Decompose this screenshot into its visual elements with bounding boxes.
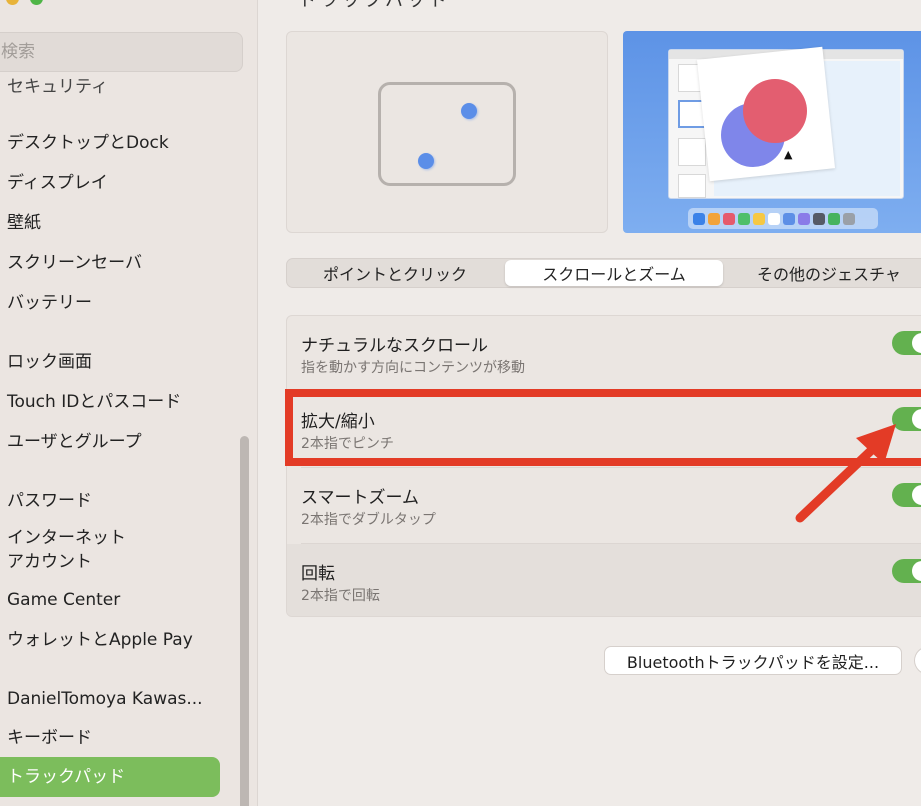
dock-app-icon <box>768 212 780 225</box>
dock-app-icon <box>783 212 795 225</box>
trackpad-illustration <box>378 82 516 186</box>
sidebar-item-users-groups[interactable]: ユーザとグループ <box>7 430 142 454</box>
zoom-button[interactable] <box>30 0 43 5</box>
cursor-icon: ▲ <box>784 148 793 161</box>
sidebar-scrollbar[interactable] <box>240 436 249 806</box>
window-controls <box>6 0 46 5</box>
tab-point-click[interactable]: ポイントとクリック <box>287 260 503 286</box>
sidebar-item-battery[interactable]: バッテリー <box>7 291 92 315</box>
natural-scroll-toggle[interactable] <box>892 331 921 355</box>
sidebar-item-game-center[interactable]: Game Center <box>7 588 120 612</box>
search-input[interactable] <box>1 42 242 62</box>
sidebar-item-account[interactable]: DanielTomoya Kawas... <box>7 687 203 711</box>
minimize-button[interactable] <box>6 0 19 5</box>
setting-description: 指を動かす方向にコンテンツが移動 <box>301 360 525 376</box>
setting-description: 2本指で回転 <box>301 588 380 604</box>
dock-app-icon <box>813 212 825 225</box>
gesture-tabs: ポイントとクリック スクロールとズーム その他のジェスチャ <box>286 258 921 288</box>
sidebar-item-trackpad[interactable]: トラックパッド <box>0 757 220 797</box>
dock-app-icon <box>723 212 735 225</box>
sidebar: セキュリティ デスクトップとDock ディスプレイ 壁紙 スクリーンセーバ バッ… <box>0 0 258 806</box>
sidebar-item-desktop-dock[interactable]: デスクトップとDock <box>7 131 169 155</box>
setting-natural-scroll: ナチュラルなスクロール 指を動かす方向にコンテンツが移動 <box>287 316 921 392</box>
demo-dock <box>688 208 878 229</box>
sidebar-item-screensaver[interactable]: スクリーンセーバ <box>7 251 142 275</box>
sidebar-item-wallpaper[interactable]: 壁紙 <box>7 211 41 235</box>
sidebar-item-security[interactable]: セキュリティ <box>7 75 108 99</box>
setting-label: スマートズーム <box>301 488 419 508</box>
sidebar-item-keyboard[interactable]: キーボード <box>7 726 92 750</box>
sidebar-item-wallet[interactable]: ウォレットとApple Pay <box>7 628 193 652</box>
slide-thumbnail <box>678 174 706 198</box>
sidebar-item-label: アカウント <box>7 552 92 572</box>
setting-label: 回転 <box>301 564 335 584</box>
dock-app-icon <box>843 212 855 225</box>
dock-app-icon <box>708 212 720 225</box>
setting-rotate: 回転 2本指で回転 <box>287 544 921 616</box>
dock-app-icon <box>798 212 810 225</box>
sidebar-item-internet-accounts[interactable]: インターネット アカウント <box>7 526 126 574</box>
sidebar-item-passwords[interactable]: パスワード <box>7 489 92 513</box>
gesture-preview <box>286 31 608 233</box>
red-circle-shape <box>743 79 807 143</box>
dock-app-icon <box>693 212 705 225</box>
dock-app-icon <box>753 212 765 225</box>
tab-more-gestures[interactable]: その他のジェスチャ <box>725 260 921 286</box>
zoom-demo-preview: ▲ <box>623 31 921 233</box>
sidebar-item-lock-screen[interactable]: ロック画面 <box>7 350 92 374</box>
sidebar-item-touch-id[interactable]: Touch IDとパスコード <box>7 390 181 414</box>
page-title: トラックパッド <box>298 0 452 11</box>
setting-description: 2本指でダブルタップ <box>301 512 436 528</box>
finger-dot-icon <box>461 103 477 119</box>
search-field[interactable] <box>0 32 243 72</box>
rotate-toggle[interactable] <box>892 559 921 583</box>
dock-app-icon <box>828 212 840 225</box>
dock-app-icon <box>738 212 750 225</box>
finger-dot-icon <box>418 153 434 169</box>
sidebar-item-displays[interactable]: ディスプレイ <box>7 171 108 195</box>
setup-bluetooth-trackpad-button[interactable]: Bluetoothトラックパッドを設定... <box>604 646 902 675</box>
sidebar-item-label: インターネット <box>7 528 126 548</box>
help-button[interactable] <box>914 646 921 675</box>
slide-thumbnail <box>678 138 706 166</box>
main-pane: トラックパッド ▲ ポイントとクリック スクロールとズーム その他のジェスチャ … <box>258 0 921 806</box>
setting-label: ナチュラルなスクロール <box>301 336 488 356</box>
annotation-arrow-icon <box>795 424 896 523</box>
tab-scroll-zoom[interactable]: スクロールとズーム <box>505 260 723 286</box>
